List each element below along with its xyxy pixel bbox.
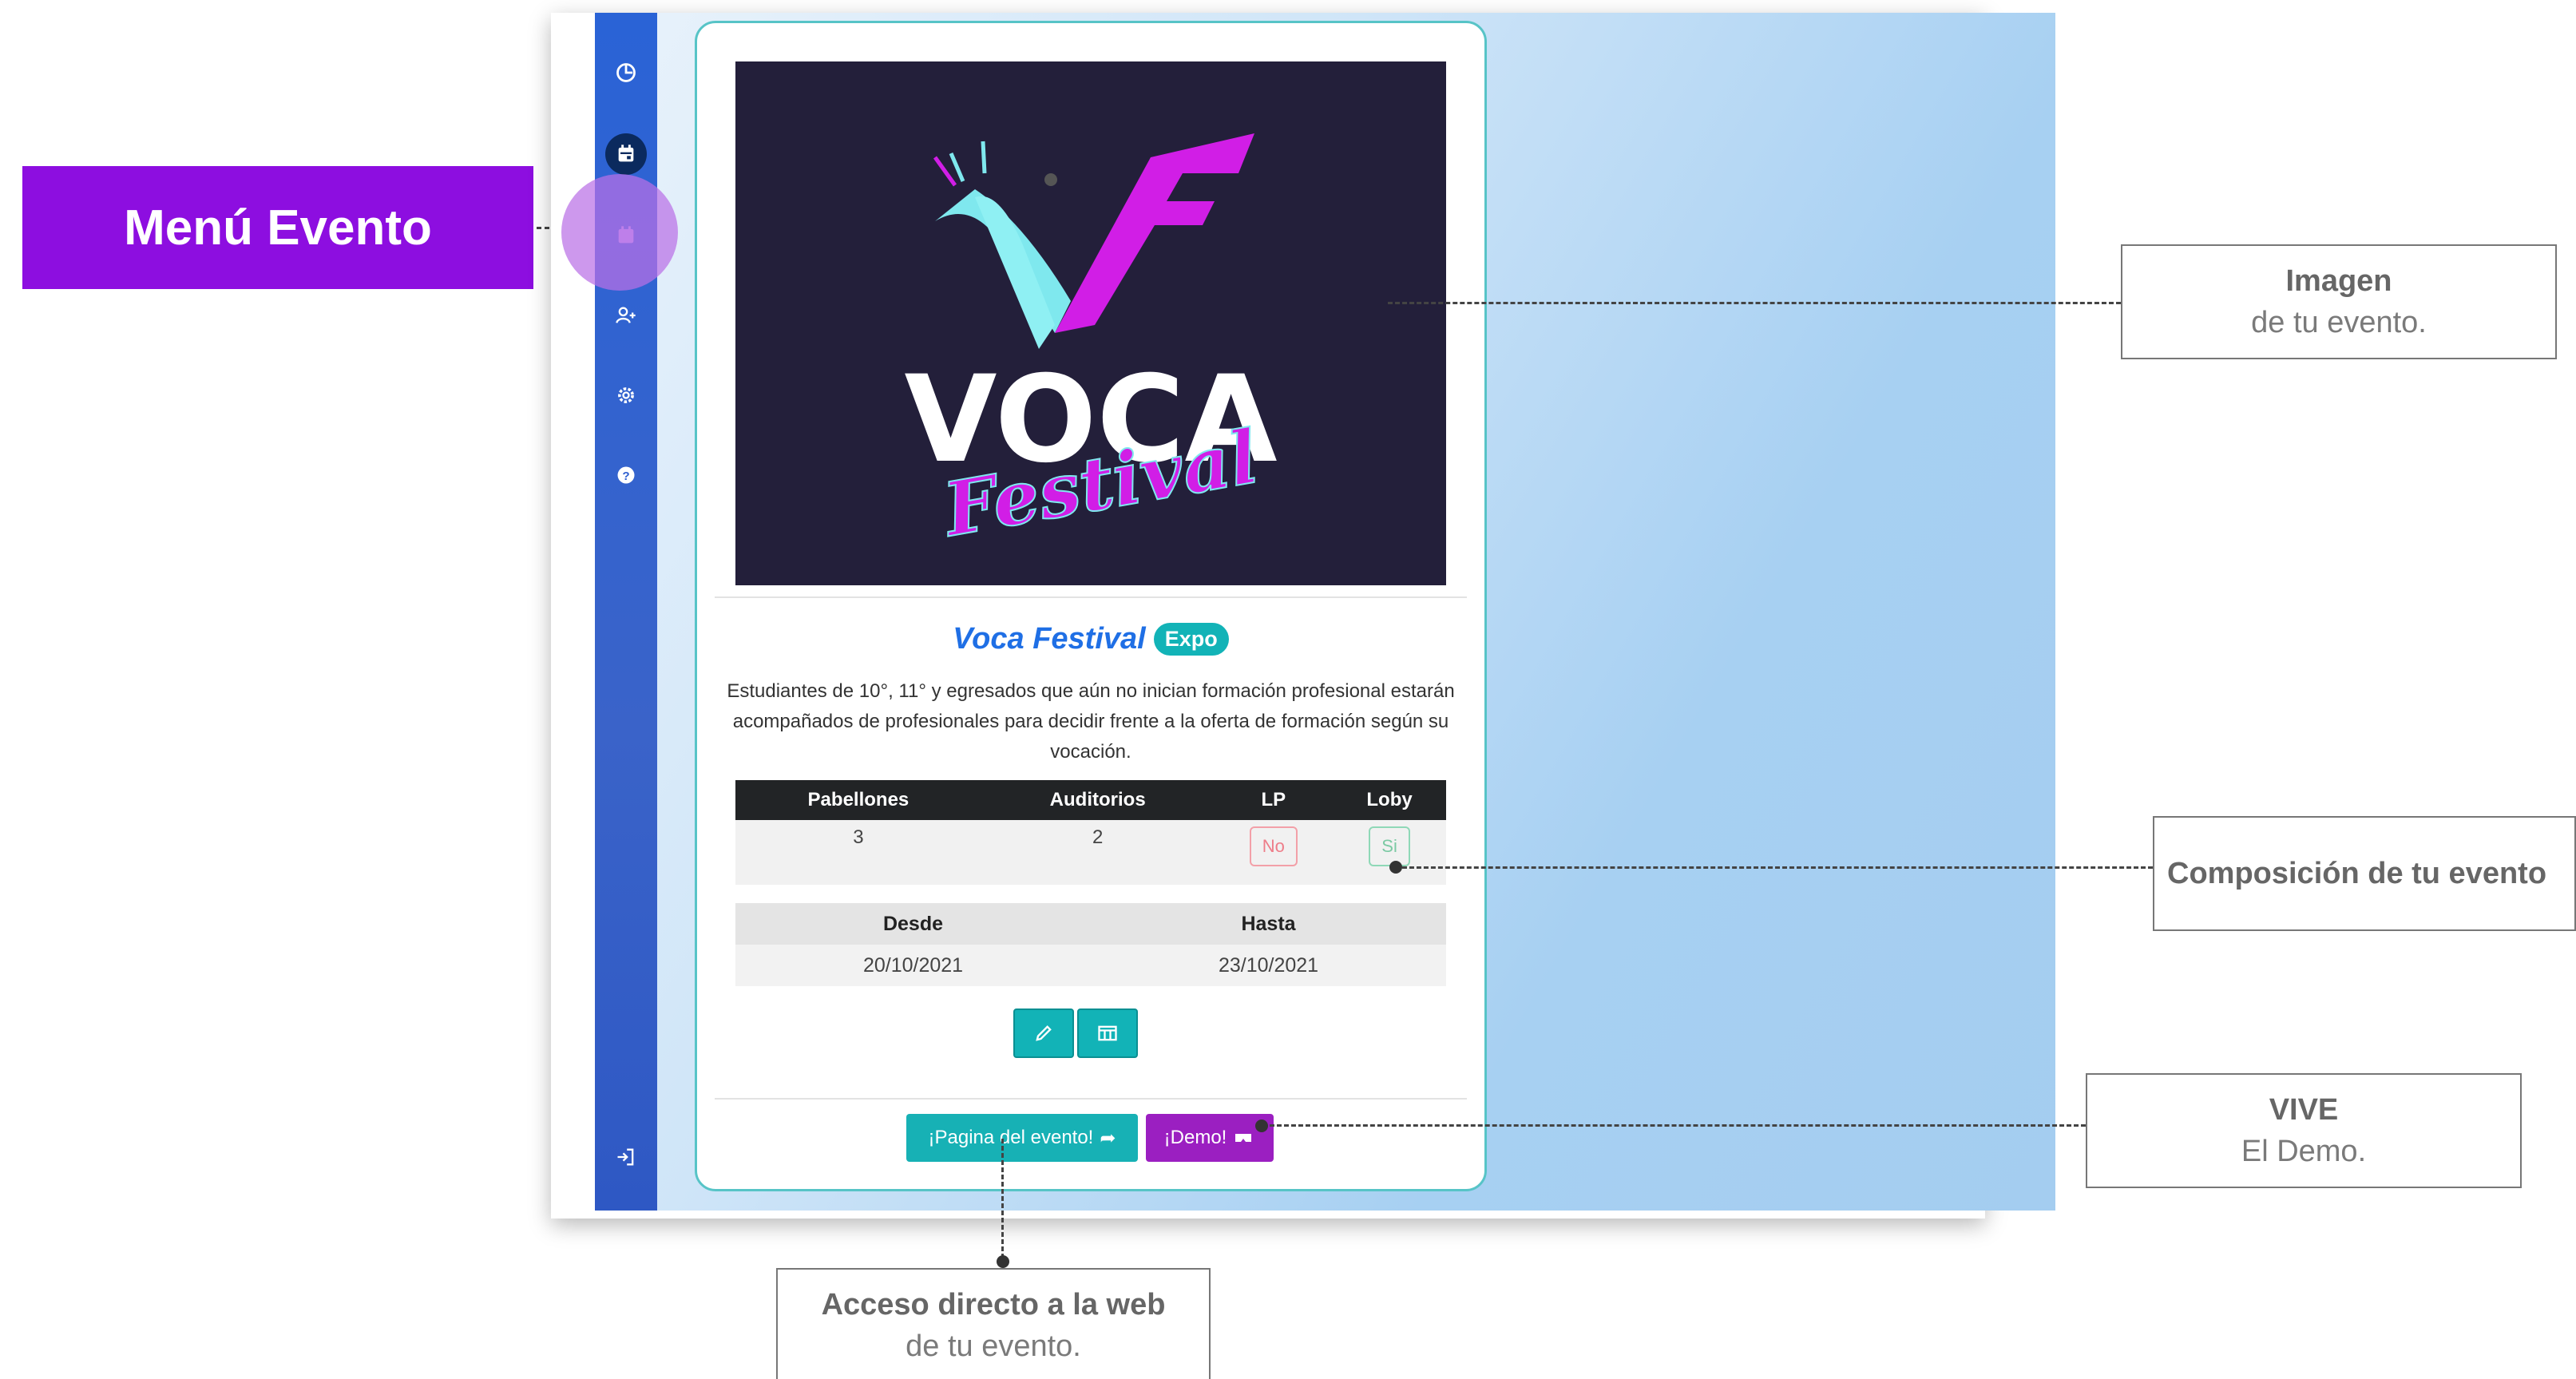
event-card: VOCA Festival Voca Festival Expo Estudia… bbox=[695, 21, 1487, 1191]
logout-icon bbox=[617, 1148, 634, 1166]
acceso-dot bbox=[997, 1255, 1009, 1268]
acceso-connector bbox=[1001, 1139, 1004, 1258]
acceso-callout-title: Acceso directo a la web bbox=[821, 1288, 1166, 1322]
acceso-callout: Acceso directo a la web de tu evento. bbox=[776, 1268, 1211, 1379]
lp-status-badge: No bbox=[1249, 826, 1298, 866]
event-image: VOCA Festival bbox=[735, 61, 1446, 585]
event-description: Estudiantes de 10°, 11° y egresados que … bbox=[727, 680, 1455, 763]
vive-dot bbox=[1255, 1119, 1268, 1132]
imagen-callout: Imagen de tu evento. bbox=[2121, 244, 2557, 359]
table-row: 20/10/2021 23/10/2021 bbox=[735, 945, 1446, 986]
auditorios-value: 2 bbox=[981, 820, 1215, 885]
imagen-callout-subtitle: de tu evento. bbox=[2251, 306, 2427, 339]
header-auditorios: Auditorios bbox=[981, 780, 1215, 820]
sidebar-item-dashboard[interactable] bbox=[595, 54, 657, 91]
edit-button[interactable] bbox=[1013, 1008, 1074, 1058]
vive-connector bbox=[1270, 1124, 2086, 1127]
dates-table: Desde Hasta 20/10/2021 23/10/2021 bbox=[735, 903, 1446, 986]
composition-header-row: Pabellones Auditorios LP Loby bbox=[735, 780, 1446, 820]
header-desde: Desde bbox=[735, 903, 1091, 945]
vive-callout: VIVE El Demo. bbox=[2086, 1073, 2522, 1188]
dates-header-row: Desde Hasta bbox=[735, 903, 1446, 945]
app-window: ? VOCA Festival Voca Festival Expo Estud… bbox=[551, 13, 2055, 1219]
composicion-connector bbox=[1402, 866, 2153, 869]
menu-evento-text: Menú Evento bbox=[124, 200, 432, 256]
divider bbox=[715, 1098, 1467, 1100]
table-row: 3 2 No Si bbox=[735, 820, 1446, 885]
header-loby: Loby bbox=[1333, 780, 1446, 820]
header-pabellones: Pabellones bbox=[735, 780, 981, 820]
columns-icon bbox=[1098, 1025, 1117, 1041]
event-title: Voca Festival bbox=[953, 621, 1146, 656]
vr-goggles-icon bbox=[1235, 1134, 1252, 1142]
desde-value: 20/10/2021 bbox=[735, 945, 1091, 986]
menu-highlight bbox=[561, 174, 678, 291]
dashboard-icon bbox=[616, 63, 636, 82]
vive-callout-title: VIVE bbox=[2269, 1093, 2339, 1127]
demo-label: ¡Demo! bbox=[1163, 1127, 1227, 1148]
columns-button[interactable] bbox=[1077, 1008, 1138, 1058]
add-user-icon bbox=[616, 307, 636, 323]
loby-status-badge: Si bbox=[1369, 826, 1410, 866]
share-arrow-icon: ➦ bbox=[1100, 1127, 1116, 1149]
event-type-badge: Expo bbox=[1153, 622, 1229, 656]
vive-callout-subtitle: El Demo. bbox=[2241, 1135, 2367, 1168]
pabellones-value: 3 bbox=[735, 820, 981, 885]
menu-evento-label: Menú Evento bbox=[22, 166, 533, 289]
sidebar-item-evento[interactable] bbox=[595, 133, 657, 175]
lp-cell: No bbox=[1214, 820, 1334, 885]
event-title-row: Voca Festival Expo bbox=[697, 616, 1484, 662]
sidebar-item-logout[interactable] bbox=[595, 1139, 657, 1175]
gear-icon bbox=[618, 387, 634, 403]
pencil-icon bbox=[1036, 1025, 1052, 1041]
imagen-connector bbox=[1388, 302, 2121, 304]
loby-cell: Si bbox=[1333, 820, 1446, 885]
composicion-dot bbox=[1389, 861, 1402, 874]
event-page-link-button[interactable]: ¡Pagina del evento! ➦ bbox=[906, 1114, 1138, 1162]
voca-festival-logo: VOCA Festival bbox=[904, 133, 1278, 554]
help-icon: ? bbox=[617, 466, 635, 484]
svg-text:?: ? bbox=[622, 470, 629, 483]
composition-table: Pabellones Auditorios LP Loby 3 2 No Si bbox=[735, 780, 1446, 885]
composicion-callout: Composición de tu evento bbox=[2153, 816, 2576, 931]
imagen-callout-title: Imagen bbox=[2285, 264, 2392, 298]
calendar-event-icon bbox=[618, 145, 634, 162]
sidebar-item-help[interactable]: ? bbox=[595, 457, 657, 493]
acceso-callout-subtitle: de tu evento. bbox=[906, 1329, 1081, 1363]
hasta-value: 23/10/2021 bbox=[1091, 945, 1446, 986]
demo-button[interactable]: ¡Demo! bbox=[1146, 1114, 1274, 1162]
sidebar-item-add-user[interactable] bbox=[595, 297, 657, 334]
header-hasta: Hasta bbox=[1091, 903, 1446, 945]
header-lp: LP bbox=[1214, 780, 1334, 820]
divider bbox=[715, 596, 1467, 598]
event-page-link-label: ¡Pagina del evento! bbox=[928, 1127, 1094, 1148]
sidebar-item-settings[interactable] bbox=[595, 377, 657, 414]
composicion-callout-title: Composición de tu evento bbox=[2167, 857, 2547, 890]
